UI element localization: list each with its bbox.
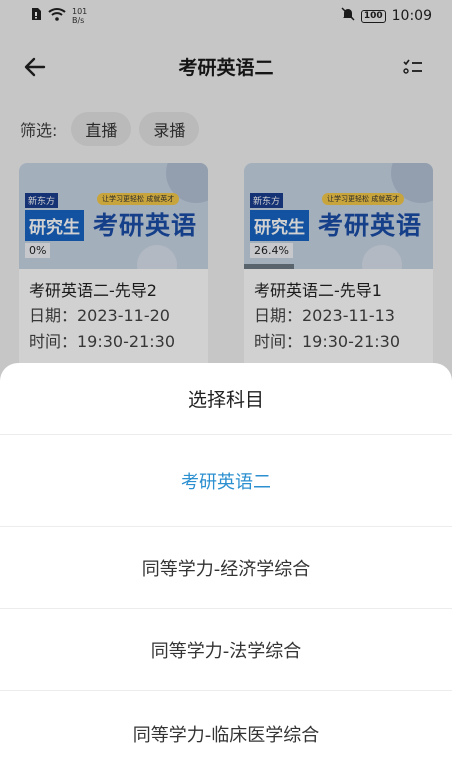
subject-option[interactable]: 同等学力-临床医学综合 [0, 691, 452, 767]
subject-option[interactable]: 同等学力-经济学综合 [0, 527, 452, 609]
subject-option[interactable]: 考研英语二 [0, 435, 452, 527]
subject-picker-sheet: 选择科目 考研英语二 同等学力-经济学综合 同等学力-法学综合 同等学力-临床医… [0, 363, 452, 767]
sheet-title: 选择科目 [0, 363, 452, 435]
subject-option[interactable]: 同等学力-法学综合 [0, 609, 452, 691]
subject-list: 考研英语二 同等学力-经济学综合 同等学力-法学综合 同等学力-临床医学综合 [0, 435, 452, 767]
